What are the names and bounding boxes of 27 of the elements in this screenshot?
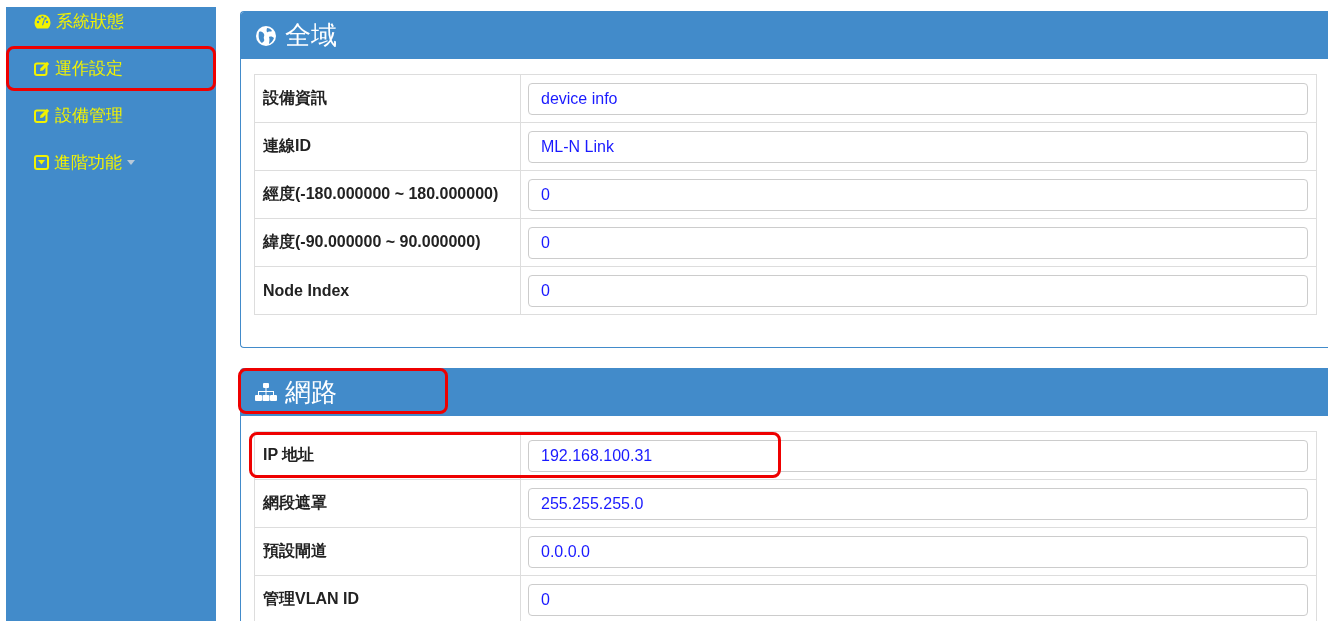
input-field[interactable]: 0: [528, 274, 1308, 307]
input-field[interactable]: device info: [528, 82, 1308, 115]
input-field[interactable]: 255.255.255.0: [528, 487, 1308, 520]
input-field[interactable]: ML-N Link: [528, 130, 1308, 163]
field-label: Node Index: [255, 267, 521, 314]
field-label: 經度(-180.000000 ~ 180.000000): [255, 171, 521, 218]
field-label: 緯度(-90.000000 ~ 90.000000): [255, 219, 521, 266]
input-field[interactable]: 192.168.100.31: [528, 439, 1308, 472]
field-label: IP 地址: [255, 432, 521, 479]
sitemap-icon: [255, 383, 277, 402]
field-label: 預設閘道: [255, 528, 521, 575]
caret-icon: [127, 159, 135, 165]
panel-title: 網路: [285, 376, 337, 409]
field-label: 管理VLAN ID: [255, 576, 521, 621]
input-field[interactable]: 0: [528, 178, 1308, 211]
input-field[interactable]: 0: [528, 226, 1308, 259]
field-label: 網段遮罩: [255, 480, 521, 527]
field-label: 設備資訊: [255, 75, 521, 122]
field-label: 連線ID: [255, 123, 521, 170]
dropdown-icon: [34, 154, 49, 170]
input-field[interactable]: 0: [528, 583, 1308, 616]
dashboard-icon: [34, 13, 51, 29]
globe-icon: [255, 24, 277, 47]
edit-icon: [34, 60, 50, 76]
edit-icon: [34, 107, 50, 123]
input-field[interactable]: 0.0.0.0: [528, 535, 1308, 568]
panel-title: 全域: [285, 19, 337, 52]
